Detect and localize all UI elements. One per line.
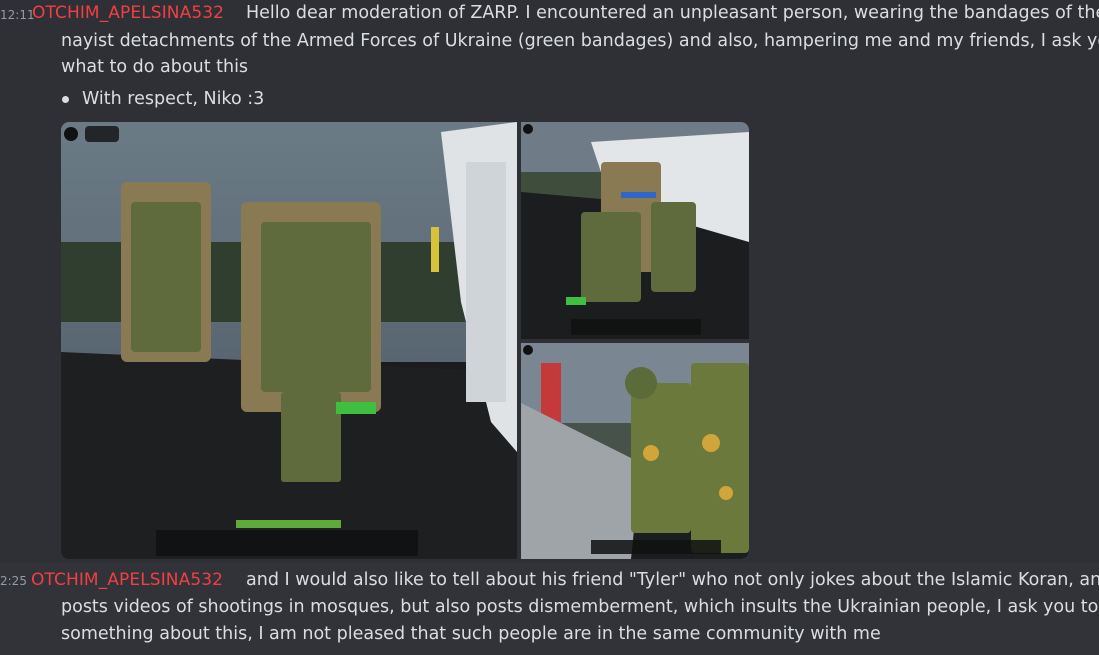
- attachment-image[interactable]: [521, 343, 749, 559]
- message-text-line: something about this, I am not pleased t…: [61, 624, 881, 644]
- message-author[interactable]: OTCHIM_APELSINA532: [32, 3, 224, 23]
- message-text-line: what to do about this: [61, 57, 249, 77]
- image-attachments: [61, 122, 749, 559]
- attachment-image[interactable]: [521, 122, 749, 339]
- message-timestamp[interactable]: 2:25: [0, 574, 27, 588]
- message-text-line: nayist detachments of the Armed Forces o…: [61, 31, 1099, 51]
- bullet-list-item: With respect, Niko :3: [61, 89, 264, 109]
- message: 2:25 OTCHIM_APELSINA532 and I would also…: [0, 562, 1099, 655]
- message-text-line: Hello dear moderation of ZARP. I encount…: [246, 3, 1099, 23]
- chat-log: 12:11 OTCHIM_APELSINA532 Hello dear mode…: [0, 0, 1099, 655]
- message-author[interactable]: OTCHIM_APELSINA532: [31, 570, 223, 590]
- message: 12:11 OTCHIM_APELSINA532 Hello dear mode…: [0, 0, 1099, 562]
- message-timestamp[interactable]: 12:11: [0, 8, 35, 22]
- message-text-line: posts videos of shootings in mosques, bu…: [61, 597, 1099, 617]
- message-text-line: and I would also like to tell about his …: [246, 570, 1099, 590]
- bullet-dot: [62, 95, 69, 103]
- bullet-text: With respect, Niko :3: [82, 89, 265, 109]
- attachment-image[interactable]: [61, 122, 517, 559]
